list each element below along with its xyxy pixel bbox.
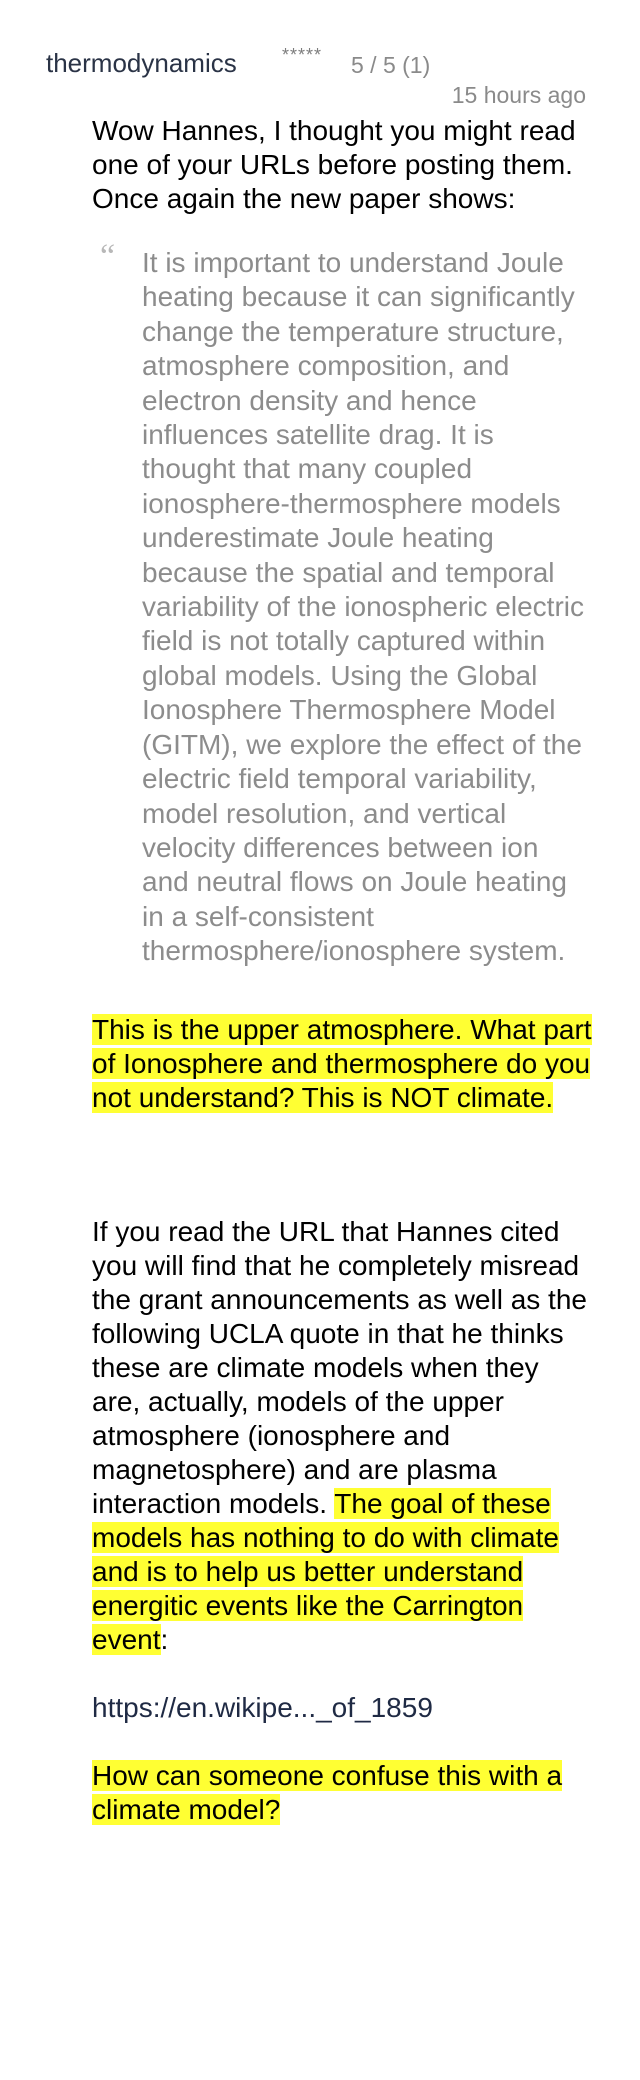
comment-timestamp: 15 hours ago (451, 82, 586, 108)
username-link[interactable]: thermodynamics (46, 46, 237, 80)
wikipedia-link[interactable]: https://en.wikipe..._of_1859 (92, 1692, 433, 1723)
rating-stars[interactable]: ***** (282, 44, 322, 66)
quote-text: It is important to understand Joule heat… (142, 247, 584, 967)
comment-header: thermodynamics ***** 5 / 5 (1) 15 hours … (46, 44, 586, 116)
blockquote: “ It is important to understand Joule he… (92, 240, 592, 969)
comment-body: Wow Hannes, I thought you might read one… (92, 114, 592, 1827)
highlight-text-1: This is the upper atmosphere. What part … (92, 1013, 592, 1113)
quote-mark-icon: “ (100, 238, 116, 275)
link-paragraph: https://en.wikipe..._of_1859 (92, 1691, 592, 1725)
highlight-text-2: How can someone confuse this with a clim… (92, 1759, 563, 1825)
paragraph-2-colon: : (160, 1623, 169, 1655)
paragraph-2-text: If you read the URL that Hannes cited yo… (92, 1215, 587, 1519)
intro-paragraph: Wow Hannes, I thought you might read one… (92, 115, 576, 214)
rating-score: 5 / 5 (1) (351, 52, 431, 78)
paragraph-2: If you read the URL that Hannes cited yo… (92, 1215, 592, 1657)
highlighted-paragraph-2: How can someone confuse this with a clim… (92, 1759, 592, 1827)
comment: thermodynamics ***** 5 / 5 (1) 15 hours … (0, 0, 640, 2080)
highlighted-paragraph-1: This is the upper atmosphere. What part … (92, 1013, 592, 1115)
